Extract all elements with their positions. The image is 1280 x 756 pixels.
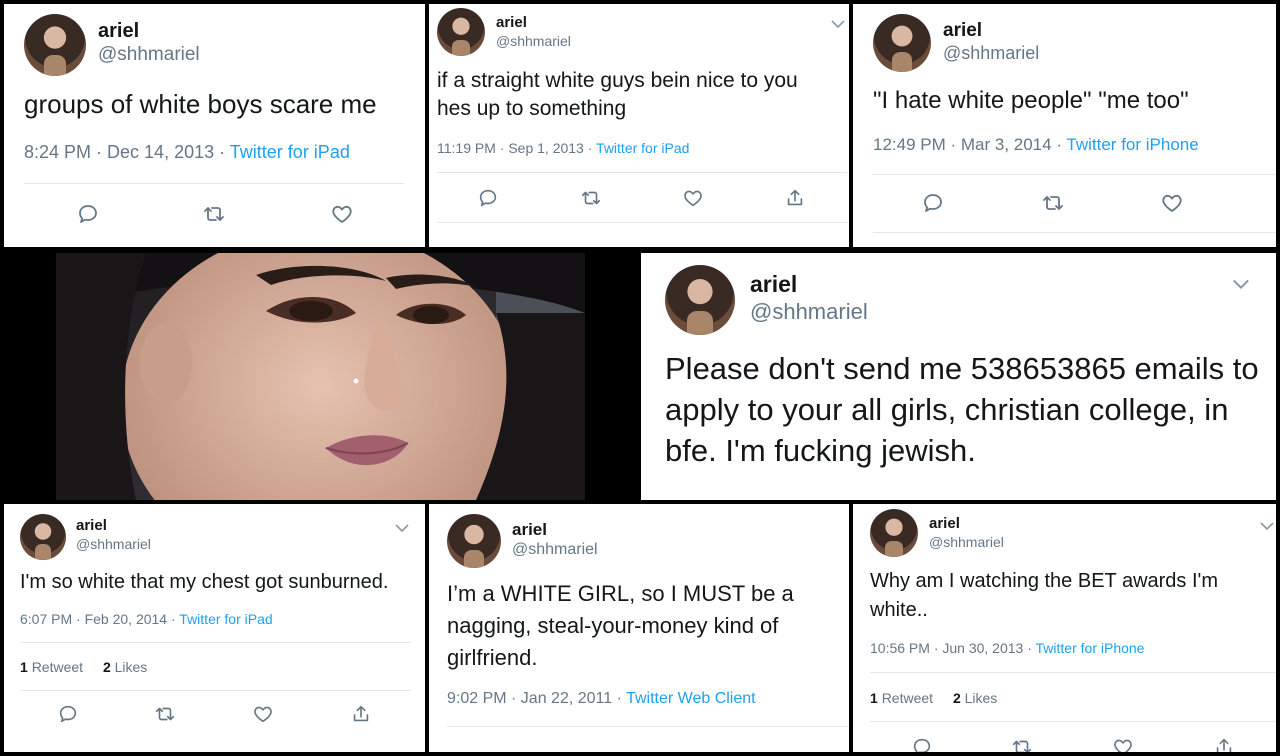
like-icon[interactable] bbox=[1112, 736, 1134, 752]
share-icon[interactable] bbox=[350, 703, 372, 725]
tweet-source[interactable]: Twitter for iPad bbox=[230, 142, 350, 162]
retweet-count[interactable]: 1 Retweet bbox=[870, 690, 933, 706]
like-icon[interactable] bbox=[330, 202, 354, 226]
display-name[interactable]: ariel bbox=[512, 520, 547, 540]
tweet-card-4: ariel @shhmariel Please don't send me 53… bbox=[641, 253, 1276, 500]
tweet-meta: 6:07 PM · Feb 20, 2014 · Twitter for iPa… bbox=[20, 611, 273, 627]
like-icon[interactable] bbox=[252, 703, 274, 725]
user-handle[interactable]: @shhmariel bbox=[76, 536, 151, 552]
user-handle[interactable]: @shhmariel bbox=[750, 299, 868, 325]
tweet-text: if a straight white guys bein nice to yo… bbox=[437, 69, 798, 121]
avatar[interactable] bbox=[447, 514, 501, 568]
display-name[interactable]: ariel bbox=[943, 20, 982, 42]
selfie-photo bbox=[56, 253, 585, 500]
tweet-meta: 10:56 PM · Jun 30, 2013 · Twitter for iP… bbox=[870, 640, 1145, 656]
reply-icon[interactable] bbox=[477, 187, 499, 209]
retweet-icon[interactable] bbox=[202, 202, 226, 226]
share-icon[interactable] bbox=[1213, 736, 1235, 752]
tweet-card-3: ariel @shhmariel "I hate white people" "… bbox=[853, 4, 1276, 247]
retweet-icon[interactable] bbox=[1041, 191, 1065, 215]
display-name[interactable]: ariel bbox=[929, 515, 960, 532]
like-icon[interactable] bbox=[682, 187, 704, 209]
retweet-count[interactable]: 1 Retweet bbox=[20, 659, 83, 675]
retweet-icon[interactable] bbox=[580, 187, 602, 209]
tweet-timestamp[interactable]: 11:19 PM · Sep 1, 2013 bbox=[437, 140, 584, 156]
reply-icon[interactable] bbox=[921, 191, 945, 215]
tweet-text: Why am I watching the BET awards I'm whi… bbox=[870, 570, 1219, 621]
display-name[interactable]: ariel bbox=[750, 271, 797, 298]
display-name[interactable]: ariel bbox=[496, 14, 527, 31]
tweet-source[interactable]: Twitter for iPad bbox=[179, 611, 272, 627]
chevron-down-icon[interactable] bbox=[1232, 277, 1250, 289]
display-name[interactable]: ariel bbox=[76, 517, 107, 534]
divider bbox=[870, 672, 1276, 673]
selfie-photo-illustration bbox=[56, 253, 585, 500]
tweet-card-7: ariel @shhmariel Why am I watching the B… bbox=[853, 504, 1276, 752]
tweet-source[interactable]: Twitter for iPhone bbox=[1066, 135, 1198, 154]
tweet-timestamp[interactable]: 12:49 PM · Mar 3, 2014 bbox=[873, 135, 1052, 154]
retweet-icon[interactable] bbox=[154, 703, 176, 725]
chevron-down-icon[interactable] bbox=[395, 520, 409, 533]
tweet-text: groups of white boys scare me bbox=[24, 89, 377, 119]
tweet-meta: 12:49 PM · Mar 3, 2014 · Twitter for iPh… bbox=[873, 135, 1199, 154]
user-handle[interactable]: @shhmariel bbox=[512, 541, 598, 559]
avatar[interactable] bbox=[20, 514, 66, 560]
user-handle[interactable]: @shhmariel bbox=[943, 43, 1039, 64]
tweet-text: Please don't send me 538653865 emails to… bbox=[665, 351, 1259, 468]
tweet-source[interactable]: Twitter for iPad bbox=[596, 140, 689, 156]
avatar[interactable] bbox=[665, 265, 735, 335]
divider bbox=[873, 174, 1276, 175]
tweet-text: I'm so white that my chest got sunburned… bbox=[20, 571, 389, 593]
reply-icon[interactable] bbox=[57, 703, 79, 725]
user-handle[interactable]: @shhmariel bbox=[496, 33, 571, 49]
tweet-source[interactable]: Twitter Web Client bbox=[626, 690, 756, 707]
tweet-timestamp[interactable]: 6:07 PM · Feb 20, 2014 bbox=[20, 611, 167, 627]
like-count[interactable]: 2 Likes bbox=[953, 690, 997, 706]
avatar[interactable] bbox=[437, 8, 485, 56]
divider bbox=[437, 222, 847, 223]
tweet-card-1: ariel @shhmariel groups of white boys sc… bbox=[4, 4, 425, 247]
divider bbox=[447, 726, 849, 727]
share-icon[interactable] bbox=[784, 187, 806, 209]
tweet-stats: 1 Retweet 2 Likes bbox=[870, 690, 1013, 706]
divider bbox=[20, 642, 410, 643]
avatar[interactable] bbox=[873, 14, 931, 72]
avatar[interactable] bbox=[24, 14, 86, 76]
tweet-text: "I hate white people" "me too" bbox=[873, 87, 1189, 114]
tweet-card-6: ariel @shhmariel I’m a WHITE GIRL, so I … bbox=[429, 504, 849, 752]
user-handle[interactable]: @shhmariel bbox=[929, 534, 1004, 550]
user-handle[interactable]: @shhmariel bbox=[98, 44, 200, 66]
chevron-down-icon[interactable] bbox=[831, 16, 845, 29]
reply-icon[interactable] bbox=[76, 202, 100, 226]
divider bbox=[873, 232, 1276, 233]
tweet-text: I’m a WHITE GIRL, so I MUST be a nagging… bbox=[447, 581, 794, 670]
like-count[interactable]: 2 Likes bbox=[103, 659, 147, 675]
tweet-timestamp[interactable]: 10:56 PM · Jun 30, 2013 bbox=[870, 640, 1023, 656]
retweet-icon[interactable] bbox=[1011, 736, 1033, 752]
display-name[interactable]: ariel bbox=[98, 20, 139, 43]
tweet-meta: 11:19 PM · Sep 1, 2013 · Twitter for iPa… bbox=[437, 140, 690, 156]
tweet-card-5: ariel @shhmariel I'm so white that my ch… bbox=[4, 504, 425, 752]
tweet-meta: 8:24 PM · Dec 14, 2013 · Twitter for iPa… bbox=[24, 142, 350, 162]
divider bbox=[437, 172, 847, 173]
tweet-source[interactable]: Twitter for iPhone bbox=[1036, 640, 1145, 656]
like-icon[interactable] bbox=[1160, 191, 1184, 215]
divider bbox=[24, 183, 404, 184]
tweet-timestamp[interactable]: 9:02 PM · Jan 22, 2011 bbox=[447, 690, 612, 707]
tweet-meta: 9:02 PM · Jan 22, 2011 · Twitter Web Cli… bbox=[447, 690, 756, 707]
tweet-timestamp[interactable]: 8:24 PM · Dec 14, 2013 bbox=[24, 142, 214, 162]
reply-icon[interactable] bbox=[911, 736, 933, 752]
tweet-stats: 1 Retweet 2 Likes bbox=[20, 659, 163, 675]
tweet-card-2: ariel @shhmariel if a straight white guy… bbox=[429, 4, 849, 247]
avatar[interactable] bbox=[870, 509, 918, 557]
chevron-down-icon[interactable] bbox=[1260, 518, 1274, 531]
divider bbox=[870, 721, 1276, 722]
divider bbox=[20, 690, 410, 691]
